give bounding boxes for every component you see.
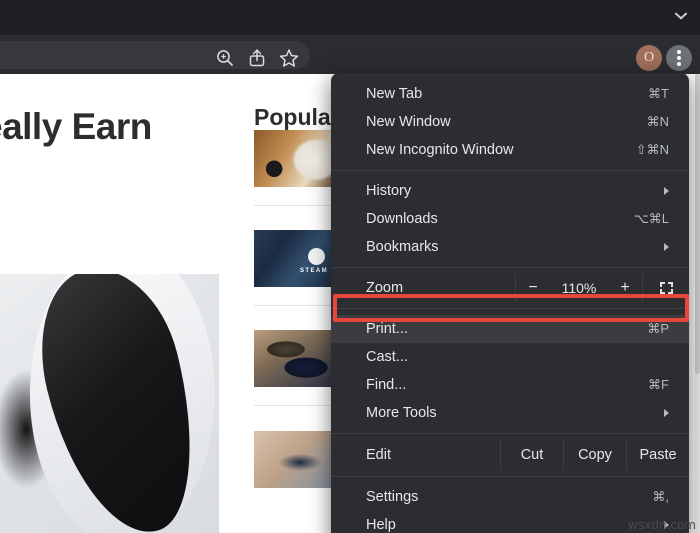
submenu-arrow-icon: [664, 409, 669, 417]
menu-item-shortcut: ⌘N: [647, 114, 669, 130]
zoom-in-button[interactable]: +: [608, 274, 642, 302]
steam-logo-thumbnail: [254, 230, 338, 287]
menu-divider: [331, 476, 689, 477]
menu-item-shortcut: ⌘T: [648, 86, 669, 102]
dot: [677, 62, 681, 66]
fullscreen-button[interactable]: [643, 274, 689, 302]
watermark: wsxdn.com: [628, 518, 696, 532]
page-scrollbar-thumb[interactable]: [695, 74, 700, 374]
star-icon[interactable]: [278, 47, 300, 69]
menu-item-label: Find...: [366, 377, 406, 393]
browser-tab-strip: [0, 0, 700, 35]
menu-item-label: More Tools: [366, 405, 437, 421]
menu-item-label: New Incognito Window: [366, 142, 514, 158]
zoom-level-value: 110%: [550, 280, 608, 296]
menu-item-label: New Window: [366, 114, 451, 130]
menu-divider: [331, 433, 689, 434]
menu-item-label: Help: [366, 517, 396, 533]
zoom-out-button[interactable]: −: [516, 274, 550, 302]
menu-item-shortcut: ⇧⌘N: [636, 142, 669, 158]
menu-item-label: Downloads: [366, 211, 438, 227]
menu-item-label: New Tab: [366, 86, 422, 102]
page-headline: eally Earn: [0, 106, 152, 148]
hands-holding-switch-thumbnail: [254, 431, 338, 488]
hero-image-headset: [0, 274, 219, 533]
menu-item-label: History: [366, 183, 411, 199]
zoom-label: Zoom: [331, 280, 403, 296]
menu-item-shortcut: ⌘F: [648, 377, 669, 393]
paste-button[interactable]: Paste: [627, 440, 689, 470]
submenu-arrow-icon: [664, 243, 669, 251]
menu-divider: [331, 267, 689, 268]
menu-item-label: Bookmarks: [366, 239, 439, 255]
fullscreen-icon: [660, 282, 673, 294]
zoom-search-icon[interactable]: [214, 47, 236, 69]
page-scrollbar[interactable]: [695, 74, 700, 533]
menu-item-new-window[interactable]: New Window ⌘N: [331, 108, 689, 136]
menu-item-zoom: Zoom − 110% +: [331, 274, 689, 302]
chevron-down-icon[interactable]: [674, 11, 688, 25]
submenu-arrow-icon: [664, 187, 669, 195]
headphones-thumbnail: [254, 130, 338, 187]
browser-toolbar: [0, 35, 700, 74]
three-dot-menu-icon[interactable]: [666, 45, 692, 71]
chrome-main-menu: New Tab ⌘T New Window ⌘N New Incognito W…: [331, 73, 689, 533]
menu-item-shortcut: ⌘,: [652, 489, 669, 505]
menu-item-label: Cast...: [366, 349, 408, 365]
cut-button[interactable]: Cut: [501, 440, 563, 470]
menu-item-find[interactable]: Find... ⌘F: [331, 371, 689, 399]
popular-heading: Popular: [254, 104, 340, 131]
menu-item-label: Settings: [366, 489, 418, 505]
menu-item-edit: Edit Cut Copy Paste: [331, 440, 689, 470]
game-controller-thumbnail: [254, 330, 338, 387]
screenshot-root: eally Earn Popular 11 Best Nintendo Swit…: [0, 0, 700, 533]
menu-item-shortcut: ⌘P: [647, 321, 669, 337]
avatar[interactable]: O: [636, 45, 662, 71]
dot: [677, 50, 681, 54]
menu-item-downloads[interactable]: Downloads ⌥⌘L: [331, 205, 689, 233]
dot: [677, 56, 681, 60]
edit-label: Edit: [331, 447, 391, 463]
menu-item-label: Print...: [366, 321, 408, 337]
menu-item-new-tab[interactable]: New Tab ⌘T: [331, 80, 689, 108]
menu-item-print[interactable]: Print... ⌘P: [331, 315, 689, 343]
menu-divider: [331, 308, 689, 309]
menu-item-bookmarks[interactable]: Bookmarks: [331, 233, 689, 261]
copy-button[interactable]: Copy: [564, 440, 626, 470]
menu-item-new-incognito-window[interactable]: New Incognito Window ⇧⌘N: [331, 136, 689, 164]
menu-item-cast[interactable]: Cast...: [331, 343, 689, 371]
menu-item-shortcut: ⌥⌘L: [634, 211, 669, 227]
menu-item-history[interactable]: History: [331, 177, 689, 205]
share-icon[interactable]: [246, 47, 268, 69]
menu-item-more-tools[interactable]: More Tools: [331, 399, 689, 427]
menu-divider: [331, 170, 689, 171]
menu-item-settings[interactable]: Settings ⌘,: [331, 483, 689, 511]
